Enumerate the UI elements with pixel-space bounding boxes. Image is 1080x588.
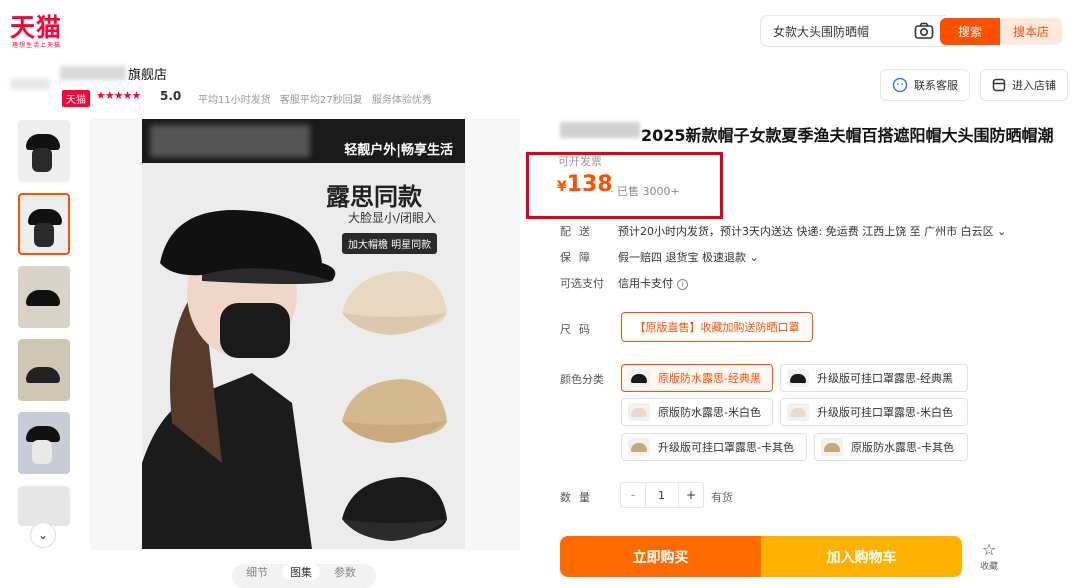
color-option-label: 原版防水露思-米白色	[658, 406, 761, 419]
info-icon[interactable]: i	[677, 279, 688, 290]
color-swatch	[628, 369, 650, 387]
color-option-6[interactable]: 原版防水露思-卡其色	[814, 433, 968, 461]
cap-swatch-shape	[631, 374, 647, 383]
thumbnail-6[interactable]	[18, 486, 70, 526]
image-headline: 露思同款	[326, 183, 422, 211]
color-swatch	[628, 403, 650, 421]
quantity-label: 数量	[560, 491, 598, 504]
size-option-selected[interactable]: 【原版直售】收藏加购送防晒口罩	[621, 312, 813, 342]
price-highlight-box	[526, 152, 723, 219]
rating-score: 5.0	[160, 89, 182, 103]
product-title: 2025新款帽子女款夏季渔夫帽百搭遮阳帽大头围防晒帽潮	[641, 126, 1054, 145]
tmall-badge: 天猫	[62, 90, 90, 107]
enter-store-button[interactable]: 进入店铺	[980, 69, 1068, 101]
store-icon	[992, 78, 1006, 92]
favorite-label: 收藏	[979, 562, 998, 572]
color-option-4[interactable]: 升级版可挂口罩露思-米白色	[780, 398, 968, 426]
quantity-decrement-button[interactable]: -	[620, 482, 646, 508]
image-tag: 加大帽檐 明星同款	[342, 233, 438, 254]
banner-brand-blurred	[150, 125, 310, 157]
thumbnail-3[interactable]	[18, 266, 70, 328]
color-option-label: 升级版可挂口罩露思-经典黑	[817, 372, 953, 385]
tab-gallery[interactable]: 图集	[282, 564, 320, 580]
stock-status: 有货	[711, 491, 733, 504]
thumbnail-2[interactable]	[18, 193, 70, 255]
camera-icon[interactable]	[914, 22, 934, 40]
color-option-2[interactable]: 升级版可挂口罩露思-经典黑	[780, 364, 968, 392]
contact-service-button[interactable]: 联系客服	[880, 69, 970, 101]
shop-logo-blurred	[10, 78, 50, 90]
quantity-increment-button[interactable]: +	[678, 482, 704, 508]
image-subheadline: 大脸显小/闭眼入	[348, 211, 437, 225]
tab-details[interactable]: 细节	[246, 564, 268, 580]
color-label: 颜色分类	[560, 373, 604, 386]
cap-swatch-shape	[790, 408, 806, 417]
product-brand-blurred	[560, 122, 640, 138]
mask-shape	[34, 223, 54, 247]
cap-shape	[26, 290, 60, 306]
color-option-1[interactable]: 原版防水露思-经典黑	[621, 364, 773, 392]
color-swatch	[628, 438, 650, 456]
favorite-button[interactable]: ☆ 收藏	[976, 540, 1002, 572]
color-option-label: 升级版可挂口罩露思-米白色	[817, 406, 953, 419]
cap-swatch-shape	[631, 443, 647, 452]
enter-store-label: 进入店铺	[1012, 79, 1056, 92]
color-option-5[interactable]: 升级版可挂口罩露思-卡其色	[621, 433, 807, 461]
rating-stars: ★★★★★	[96, 89, 141, 102]
shop-metrics: 平均11小时发货 客服平均27秒回复 服务体验优秀	[198, 91, 438, 106]
delivery-value[interactable]: 预计20小时内发货，预计3天内送达 快递: 免运费 江西上饶 至 广州市 白云区…	[618, 223, 1006, 239]
mask-shape	[32, 148, 52, 172]
payment-method: 信用卡支付	[618, 277, 673, 290]
color-option-3[interactable]: 原版防水露思-米白色	[621, 398, 773, 426]
cap-shape	[26, 367, 60, 383]
shop-name[interactable]: 旗舰店	[128, 64, 167, 83]
guarantee-value[interactable]: 假一赔四 退货宝 极速退款 ⌄	[618, 249, 759, 265]
color-option-label: 原版防水露思-卡其色	[851, 441, 954, 454]
buy-now-button[interactable]: 立即购买	[560, 536, 761, 577]
shop-metric: 客服平均27秒回复	[279, 95, 363, 106]
tmall-logo-slogan: 理想生活上天猫	[12, 42, 62, 49]
quantity-input[interactable]: 1	[645, 482, 678, 508]
cap-swatch-shape	[824, 443, 840, 452]
thumbnail-4[interactable]	[18, 339, 70, 401]
color-option-label: 升级版可挂口罩露思-卡其色	[658, 441, 794, 454]
cap-swatch-shape	[790, 374, 806, 383]
payment-value: 信用卡支付 i	[618, 275, 688, 291]
main-product-image[interactable]: 轻靓户外|畅享生活 露思同款 大脸显小/闭眼入 加大帽檐 明星同款	[142, 119, 465, 549]
search-button[interactable]: 搜索	[940, 18, 1000, 45]
tmall-logo[interactable]: 天猫	[10, 8, 62, 44]
color-swatch	[787, 369, 809, 387]
search-store-button[interactable]: 搜本店	[1000, 18, 1062, 45]
search-query: 女款大头围防晒帽	[773, 24, 870, 39]
chat-icon	[892, 77, 908, 93]
payment-label: 可选支付	[560, 277, 604, 290]
shop-name-blurred	[60, 66, 126, 80]
mask-shape	[32, 440, 52, 464]
shop-metric: 服务体验优秀	[371, 95, 432, 106]
thumbnail-5[interactable]	[18, 412, 70, 474]
cap-swatch-shape	[631, 408, 647, 417]
chevron-down-icon[interactable]: ⌄	[30, 522, 56, 548]
size-label: 尺码	[560, 323, 598, 336]
color-swatch	[821, 438, 843, 456]
banner-text: 轻靓户外|畅享生活	[344, 143, 453, 158]
color-swatch	[787, 403, 809, 421]
delivery-label: 配送	[560, 225, 598, 238]
star-icon: ☆	[981, 540, 997, 559]
image-tabs: 细节 图集 参数	[232, 564, 376, 588]
thumbnail-1[interactable]	[18, 120, 70, 182]
contact-service-label: 联系客服	[914, 79, 958, 92]
guarantee-label: 保障	[560, 251, 598, 264]
add-to-cart-button[interactable]: 加入购物车	[761, 536, 962, 577]
image-banner: 轻靓户外|畅享生活	[142, 119, 465, 163]
tab-params[interactable]: 参数	[334, 564, 356, 580]
shop-metric: 平均11小时发货	[198, 95, 271, 106]
color-option-label: 原版防水露思-经典黑	[658, 372, 761, 385]
